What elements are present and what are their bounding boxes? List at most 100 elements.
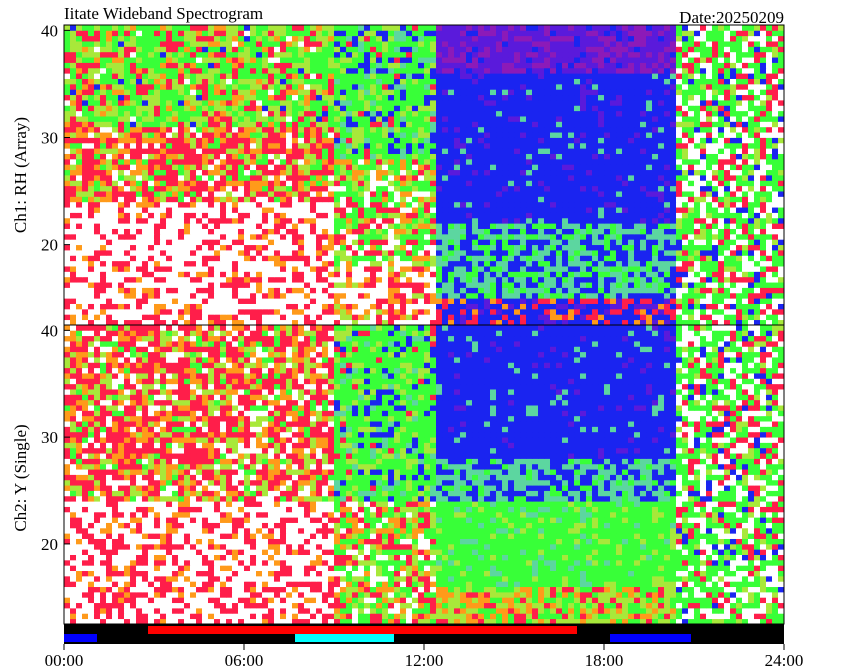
spectrogram-cell [94,153,101,160]
spectrogram-cell [316,228,323,235]
spectrogram-cell [730,153,737,160]
spectrogram-cell [250,233,257,240]
spectrogram-cell [742,260,749,267]
spectrogram-cell [436,169,443,176]
spectrogram-cell [100,175,107,181]
spectrogram-cell [718,271,725,278]
spectrogram-cell [586,282,593,288]
spectrogram-cell [208,121,215,128]
spectrogram-cell [190,180,197,187]
spectrogram-cell [424,137,431,144]
spectrogram-cell [634,287,641,294]
spectrogram-cell [460,233,467,240]
spectrogram-cell [358,121,365,128]
spectrogram-cell [424,255,431,262]
spectrogram-cell [382,158,389,165]
spectrogram-cell [712,153,719,160]
spectrogram-cell [112,303,119,310]
spectrogram-cell [364,191,371,197]
spectrogram-cell [538,158,545,165]
spectrogram-cell [514,126,521,133]
spectrogram-cell [118,116,125,122]
spectrogram-cell [118,100,125,106]
spectrogram-cell [202,287,209,294]
spectrogram-cell [664,298,671,304]
spectrogram-cell [670,110,677,117]
spectrogram-cell [184,207,191,213]
spectrogram-cell [460,282,467,288]
spectrogram-cell [178,126,185,133]
spectrogram-cell [574,142,581,149]
spectrogram-cell [412,175,419,181]
spectrogram-cell [232,105,239,112]
spectrogram-cell [772,142,779,149]
spectrogram-cell [574,250,581,256]
spectrogram-cell [196,308,203,315]
spectrogram-cell [574,239,581,246]
spectrogram-cell [352,116,359,122]
spectrogram-cell [106,110,113,117]
spectrogram-cell [736,282,743,288]
spectrogram-cell [76,239,83,246]
spectrogram-cell [334,298,341,304]
spectrogram-cell [226,196,233,203]
spectrogram-cell [82,126,89,133]
spectrogram-cell [166,212,173,219]
spectrogram-cell [130,308,137,315]
spectrogram-cell [334,132,341,138]
spectrogram-cell [382,148,389,154]
spectrogram-cell [118,255,125,262]
spectrogram-cell [160,169,167,176]
spectrogram-cell [214,271,221,278]
spectrogram-cell [490,100,497,106]
spectrogram-cell [148,185,155,192]
spectrogram-cell [322,153,329,160]
spectrogram-cell [616,276,623,283]
spectrogram-cell [712,255,719,262]
spectrogram-cell [166,244,173,251]
spectrogram-cell [604,185,611,192]
spectrogram-cell [112,185,119,192]
spectrogram-cell [754,116,761,122]
spectrogram-cell [136,121,143,128]
spectrogram-cell [364,260,371,267]
spectrogram-cell [526,105,533,112]
spectrogram-cell [700,266,707,272]
spectrogram-cell [634,223,641,229]
spectrogram-cell [196,180,203,187]
spectrogram-cell [418,217,425,224]
spectrogram-cell [544,282,551,288]
spectrogram-cell [202,303,209,310]
spectrogram-cell [70,116,77,122]
spectrogram-cell [508,207,515,213]
spectrogram-cell [568,298,575,304]
spectrogram-cell [226,233,233,240]
spectrogram-cell [172,308,179,315]
spectrogram-cell [772,271,779,278]
spectrogram-cell [82,266,89,272]
spectrogram-cell [124,132,131,138]
spectrogram-cell [154,180,161,187]
spectrogram-cell [460,244,467,251]
spectrogram-cell [370,185,377,192]
spectrogram-cell [412,137,419,144]
spectrogram-cell [694,207,701,213]
spectrogram-cell [514,217,521,224]
spectrogram-cell [580,207,587,213]
spectrogram-cell [418,142,425,149]
spectrogram-cell [190,244,197,251]
spectrogram-cell [502,121,509,128]
spectrogram-cell [148,201,155,208]
spectrogram-cell [292,244,299,251]
spectrogram-cell [250,228,257,235]
spectrogram-cell [322,105,329,112]
spectrogram-cell [394,137,401,144]
spectrogram-cell [766,164,773,171]
spectrogram-cell [196,287,203,294]
spectrogram-cell [550,223,557,229]
spectrogram-cell [220,212,227,219]
spectrogram-cell [736,201,743,208]
spectrogram-cell [106,105,113,112]
spectrogram-cell [376,196,383,203]
spectrogram-cell [478,250,485,256]
